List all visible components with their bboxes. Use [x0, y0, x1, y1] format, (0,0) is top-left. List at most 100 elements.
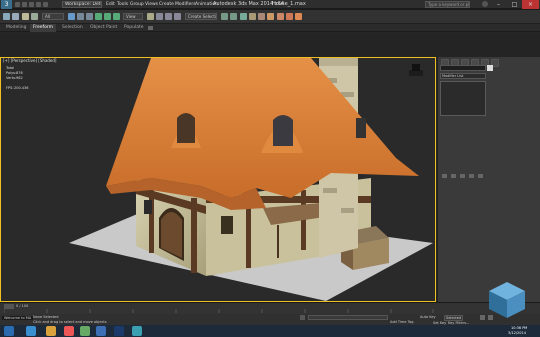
menu-create[interactable]: Create — [159, 0, 174, 9]
make-unique-icon[interactable] — [460, 174, 465, 178]
chrome-icon[interactable] — [64, 326, 74, 336]
file-name: House_1.max — [272, 1, 306, 7]
prompt-line: Click and drag to select and move object… — [33, 320, 107, 324]
stats-verts-label: Verts: — [6, 76, 17, 80]
ribbon: Modeling Freeform Selection Object Paint… — [0, 24, 540, 32]
selection-status: None Selected — [33, 315, 59, 319]
select-object-icon[interactable] — [68, 13, 75, 20]
maxscript-listener[interactable]: Welcome to MA — [2, 316, 34, 320]
menu-tools[interactable]: Tools — [117, 0, 128, 9]
undo-tool-icon[interactable] — [3, 13, 10, 20]
percent-snap-icon[interactable] — [174, 13, 181, 20]
save-icon[interactable] — [29, 2, 34, 7]
mirror-icon[interactable] — [221, 13, 228, 20]
named-selection-dropdown[interactable]: Create Selection Se — [185, 13, 217, 20]
dormer-window-left — [177, 113, 195, 143]
help-icon[interactable] — [482, 1, 488, 7]
selection-filter-dropdown[interactable]: All — [42, 13, 64, 20]
close-button[interactable]: × — [522, 0, 539, 9]
angle-snap-icon[interactable] — [165, 13, 172, 20]
material-editor-icon[interactable] — [267, 13, 274, 20]
clock-date: 3/12/2014 — [508, 331, 526, 335]
render-setup-icon[interactable] — [277, 13, 284, 20]
app-icon-1[interactable] — [80, 326, 90, 336]
photoshop-icon[interactable] — [114, 326, 124, 336]
app-logo-icon[interactable]: 3 — [1, 0, 12, 9]
title-bar: 3 Workspace: Default Edit Tools Group Vi… — [0, 0, 540, 16]
clock-time: 10:36 PM — [511, 326, 528, 330]
object-color-swatch[interactable] — [487, 65, 493, 71]
ribbon-toggle-icon[interactable] — [148, 26, 153, 30]
house-render — [69, 58, 433, 301]
align-icon[interactable] — [230, 13, 237, 20]
render-frame-icon[interactable] — [286, 13, 293, 20]
search-icon[interactable] — [473, 1, 479, 16]
pin-stack-icon[interactable] — [442, 174, 447, 178]
ribbon-panel — [0, 33, 540, 57]
modifier-list-dropdown[interactable]: Modifier List — [440, 73, 486, 79]
3dsmax-taskbar-icon[interactable] — [132, 326, 142, 336]
scale-icon[interactable] — [113, 13, 120, 20]
workspace-dropdown[interactable]: Workspace: Default — [62, 1, 102, 8]
stats-fps-value: 200.436 — [14, 86, 29, 90]
ie-icon[interactable] — [26, 326, 36, 336]
schematic-icon[interactable] — [258, 13, 265, 20]
maximize-button[interactable]: □ — [506, 0, 523, 9]
stats-polys-label: Polys: — [6, 71, 17, 75]
menu-views[interactable]: Views — [145, 0, 158, 9]
coordinate-fields[interactable] — [308, 315, 388, 320]
reference-coord-dropdown[interactable]: View — [123, 13, 143, 20]
new-icon[interactable] — [15, 2, 20, 7]
perspective-viewport[interactable] — [0, 57, 436, 302]
app-icon-2[interactable] — [96, 326, 106, 336]
configure-modifier-sets-icon[interactable] — [478, 174, 483, 178]
menu-modifiers[interactable]: Modifiers — [175, 0, 196, 9]
tab-freeform[interactable]: Freeform — [30, 24, 57, 32]
curve-editor-icon[interactable] — [249, 13, 256, 20]
explorer-icon[interactable] — [46, 326, 56, 336]
redo-icon[interactable] — [43, 2, 48, 7]
minimize-button[interactable]: – — [490, 0, 507, 9]
stats-fps-label: FPS: — [6, 86, 14, 90]
main-toolbar: All View Create Selection Se — [0, 10, 540, 24]
unlink-icon[interactable] — [31, 13, 38, 20]
3dsmax-logo-icon — [489, 282, 525, 318]
stats-polys-value: 876 — [16, 71, 23, 75]
menu-group[interactable]: Group — [130, 0, 144, 9]
modifier-stack[interactable] — [440, 81, 486, 116]
stats-verts-value: 962 — [16, 76, 23, 80]
status-bar: Welcome to MA None Selected Click and dr… — [0, 314, 540, 325]
tab-modeling[interactable]: Modeling — [6, 24, 26, 32]
render-icon[interactable] — [295, 13, 302, 20]
undo-icon[interactable] — [36, 2, 41, 7]
search-input[interactable]: Type a keyword or phrase — [425, 1, 470, 8]
lock-selection-icon[interactable] — [300, 315, 305, 320]
add-time-tag[interactable]: Add Time Tag — [390, 320, 414, 324]
tab-selection[interactable]: Selection — [62, 24, 83, 32]
layer-icon[interactable] — [240, 13, 247, 20]
timeline[interactable]: 0 / 100 — [0, 302, 540, 314]
link-icon[interactable] — [22, 13, 29, 20]
region-select-icon[interactable] — [86, 13, 93, 20]
rotate-icon[interactable] — [104, 13, 111, 20]
viewport-label[interactable]: [+] [Perspective] [Shaded] — [3, 58, 57, 63]
open-icon[interactable] — [22, 2, 27, 7]
frame-counter: 0 / 100 — [16, 304, 29, 308]
play-icon[interactable] — [480, 315, 485, 320]
house-roof — [106, 58, 419, 198]
start-icon[interactable] — [4, 326, 14, 336]
move-icon[interactable] — [95, 13, 102, 20]
show-end-result-icon[interactable] — [451, 174, 456, 178]
remove-modifier-icon[interactable] — [469, 174, 474, 178]
pivot-icon[interactable] — [147, 13, 154, 20]
dormer-window-back — [356, 118, 366, 138]
tab-object-paint[interactable]: Object Paint — [90, 24, 117, 32]
snap-icon[interactable] — [156, 13, 163, 20]
select-by-name-icon[interactable] — [77, 13, 84, 20]
auto-key-button[interactable]: Auto Key — [420, 315, 436, 319]
tab-populate[interactable]: Populate — [124, 24, 144, 32]
menu-edit[interactable]: Edit — [106, 0, 115, 9]
redo-tool-icon[interactable] — [12, 13, 19, 20]
dormer-window-right — [273, 115, 293, 146]
object-name-field[interactable] — [440, 65, 486, 71]
